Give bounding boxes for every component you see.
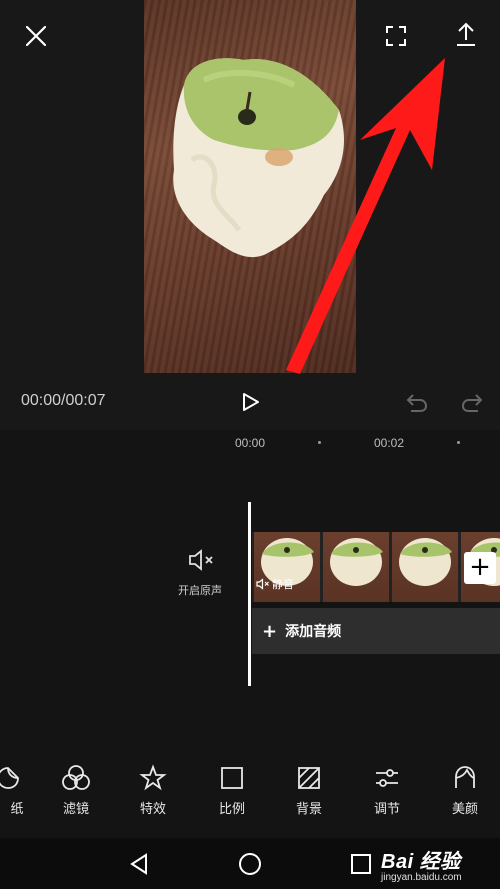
tool-label: 特效 (139, 802, 166, 817)
redo-icon[interactable] (458, 389, 486, 415)
tool-sticker[interactable]: 纸 (0, 764, 38, 817)
tool-beauty[interactable]: 美颜 (435, 764, 495, 817)
sticker-icon (0, 767, 19, 789)
undo-icon[interactable] (403, 389, 431, 415)
small-mute-icon (256, 578, 269, 590)
background-icon (298, 767, 320, 789)
tool-label: 滤镜 (62, 802, 89, 817)
ruler-dot (318, 441, 321, 444)
original-sound-label[interactable]: 开启原声 (172, 582, 228, 598)
nav-back-icon[interactable] (126, 850, 152, 878)
nav-home-icon[interactable] (237, 851, 263, 877)
tool-filter[interactable]: 滤镜 (46, 764, 106, 817)
tool-adjust[interactable]: 调节 (357, 764, 417, 817)
clip-thumbnail (323, 532, 389, 602)
plus-icon: + (469, 552, 491, 582)
tool-label: 美颜 (451, 802, 478, 817)
adjust-sliders-icon (376, 769, 398, 787)
speaker-mute-icon[interactable] (186, 546, 216, 574)
tool-label: 背景 (295, 802, 322, 817)
ruler-tick-label: 00:00 (235, 436, 266, 450)
tool-effects[interactable]: 特效 (123, 764, 183, 817)
watermark: Bai 经验 jingyan.baidu.com (381, 845, 462, 883)
clip-mute-tag: 静音 (256, 576, 294, 592)
watermark-main: Bai 经验 (381, 851, 461, 873)
tool-label: 调节 (373, 802, 400, 817)
tool-label: 纸 (10, 802, 24, 817)
tool-background[interactable]: 背景 (279, 764, 339, 817)
ruler-dot (457, 441, 460, 444)
playhead[interactable] (248, 502, 251, 686)
beauty-face-icon (455, 766, 475, 788)
ruler-tick-label: 00:02 (374, 436, 405, 450)
nav-recents-icon[interactable] (349, 852, 373, 876)
filter-icon (62, 765, 90, 790)
tool-label: 比例 (218, 802, 245, 817)
add-clip-button[interactable]: + (464, 552, 496, 584)
annotation-arrow (286, 58, 445, 374)
add-audio-button[interactable]: + 添加音频 (252, 608, 500, 654)
add-audio-label: 添加音频 (285, 624, 342, 640)
time-display: 00:00/00:07 (21, 392, 106, 409)
play-icon[interactable] (236, 388, 264, 416)
clip-mute-label: 静音 (272, 578, 294, 591)
plus-icon: + (262, 620, 278, 642)
effects-star-icon (139, 764, 167, 791)
ratio-square-icon (221, 767, 243, 789)
tool-ratio[interactable]: 比例 (202, 764, 262, 817)
watermark-sub: jingyan.baidu.com (381, 872, 462, 883)
clip-thumbnail (392, 532, 458, 602)
